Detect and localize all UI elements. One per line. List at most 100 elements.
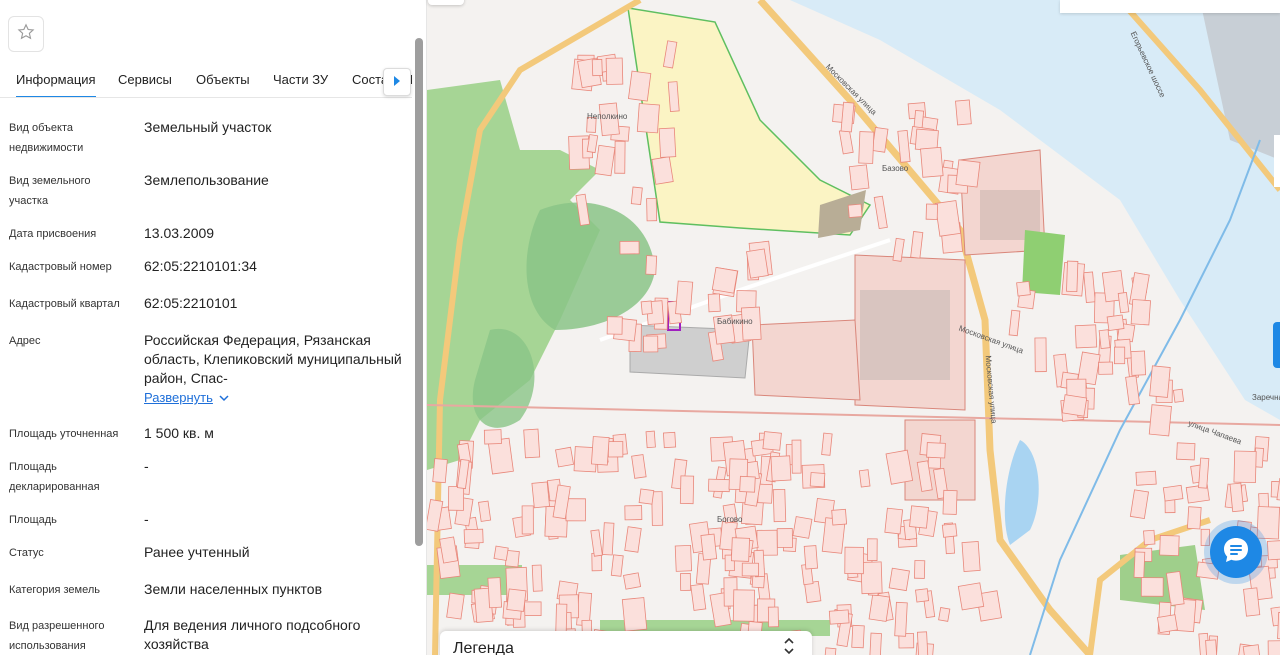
land-parcel[interactable] [1148, 404, 1172, 437]
land-parcel[interactable] [746, 248, 769, 279]
land-parcel[interactable] [590, 529, 603, 557]
land-parcel[interactable] [1133, 551, 1146, 579]
land-parcel[interactable] [555, 603, 568, 635]
land-parcel[interactable] [483, 429, 502, 445]
land-parcel[interactable] [591, 436, 610, 466]
land-parcel[interactable] [487, 577, 503, 609]
land-parcel[interactable] [594, 144, 616, 177]
land-parcel[interactable] [607, 441, 624, 458]
land-parcel[interactable] [614, 140, 626, 174]
land-parcel[interactable] [1098, 361, 1114, 375]
expand-address-link[interactable]: Развернуть [144, 388, 229, 407]
land-parcel[interactable] [868, 594, 891, 622]
land-parcel[interactable] [1074, 324, 1098, 349]
map-search-box[interactable] [1060, 0, 1280, 13]
land-parcel[interactable] [1129, 489, 1149, 520]
land-parcel[interactable] [871, 126, 889, 153]
land-parcel[interactable] [828, 609, 850, 625]
legend-panel[interactable]: Легенда [440, 631, 812, 655]
land-parcel[interactable] [732, 589, 755, 622]
land-parcel[interactable] [1130, 299, 1151, 326]
land-parcel[interactable] [432, 458, 448, 484]
land-parcel[interactable] [1243, 587, 1261, 617]
land-parcel[interactable] [767, 606, 779, 628]
land-parcel[interactable] [1114, 346, 1126, 365]
land-parcel[interactable] [909, 505, 929, 529]
land-parcel[interactable] [821, 432, 833, 456]
land-parcel[interactable] [638, 488, 655, 505]
land-parcel[interactable] [955, 159, 981, 188]
land-parcel[interactable] [739, 475, 756, 493]
land-parcel[interactable] [844, 546, 865, 575]
land-parcel[interactable] [1267, 640, 1280, 655]
land-parcel[interactable] [1117, 292, 1130, 314]
land-parcel[interactable] [730, 537, 751, 562]
land-parcel[interactable] [1106, 314, 1125, 332]
land-parcel[interactable] [894, 601, 908, 637]
land-parcel[interactable] [1016, 280, 1031, 297]
land-parcel[interactable] [658, 127, 677, 158]
land-parcel[interactable] [957, 582, 985, 611]
land-parcel[interactable] [619, 240, 640, 255]
land-parcel[interactable] [446, 592, 465, 620]
land-parcel[interactable] [674, 544, 693, 572]
land-parcel[interactable] [531, 564, 543, 592]
land-parcel[interactable] [636, 103, 660, 134]
land-parcel[interactable] [621, 597, 648, 632]
land-parcel[interactable] [914, 560, 926, 579]
map-side-control[interactable] [1274, 135, 1280, 187]
panel-scrollbar[interactable] [415, 38, 423, 546]
land-parcel[interactable] [1140, 577, 1164, 597]
land-parcel[interactable] [925, 203, 939, 220]
land-parcel[interactable] [675, 280, 694, 316]
land-parcel[interactable] [591, 59, 603, 77]
land-parcel[interactable] [1034, 337, 1047, 373]
land-parcel[interactable] [910, 231, 924, 259]
land-parcel[interactable] [792, 516, 813, 539]
land-parcel[interactable] [1066, 260, 1079, 293]
land-parcel[interactable] [448, 486, 465, 511]
land-parcel[interactable] [521, 505, 534, 535]
land-parcel[interactable] [565, 498, 586, 522]
land-parcel[interactable] [707, 293, 721, 313]
land-parcel[interactable] [916, 631, 929, 655]
land-parcel[interactable] [838, 128, 854, 155]
land-parcel[interactable] [1266, 539, 1280, 561]
land-parcel[interactable] [867, 538, 878, 561]
land-parcel[interactable] [1149, 365, 1171, 398]
land-parcel[interactable] [840, 101, 855, 133]
land-parcel[interactable] [645, 430, 656, 449]
land-parcel[interactable] [605, 57, 624, 85]
land-parcel[interactable] [463, 528, 484, 544]
tab-objects[interactable]: Объекты [196, 72, 250, 96]
map-view[interactable]: Неполкино Базово Бабикино Московская ули… [427, 0, 1280, 655]
land-parcel[interactable] [1205, 639, 1218, 655]
land-parcel[interactable] [711, 266, 738, 294]
land-parcel[interactable] [651, 156, 674, 185]
land-parcel[interactable] [643, 335, 659, 353]
land-parcel[interactable] [478, 500, 492, 522]
land-parcel[interactable] [679, 475, 695, 505]
land-parcel[interactable] [700, 533, 718, 561]
land-parcel[interactable] [791, 439, 802, 474]
land-parcel[interactable] [631, 454, 647, 479]
land-parcel[interactable] [888, 567, 910, 592]
map-control-button[interactable] [428, 0, 464, 5]
land-parcel[interactable] [776, 528, 793, 548]
land-parcel[interactable] [624, 526, 642, 553]
land-parcel[interactable] [770, 455, 792, 482]
land-parcel[interactable] [942, 489, 958, 515]
land-parcel[interactable] [934, 200, 962, 237]
land-parcel[interactable] [858, 131, 875, 164]
land-parcel[interactable] [1162, 484, 1184, 502]
tabs-next-button[interactable] [383, 68, 411, 96]
land-parcel[interactable] [961, 541, 981, 572]
land-parcel[interactable] [955, 99, 972, 126]
land-parcel[interactable] [640, 300, 653, 315]
land-parcel[interactable] [1233, 450, 1257, 484]
land-parcel[interactable] [506, 588, 527, 612]
land-parcel[interactable] [938, 607, 951, 622]
land-parcel[interactable] [1242, 644, 1263, 655]
land-parcel[interactable] [623, 572, 642, 590]
tab-parts[interactable]: Части ЗУ [273, 72, 328, 96]
